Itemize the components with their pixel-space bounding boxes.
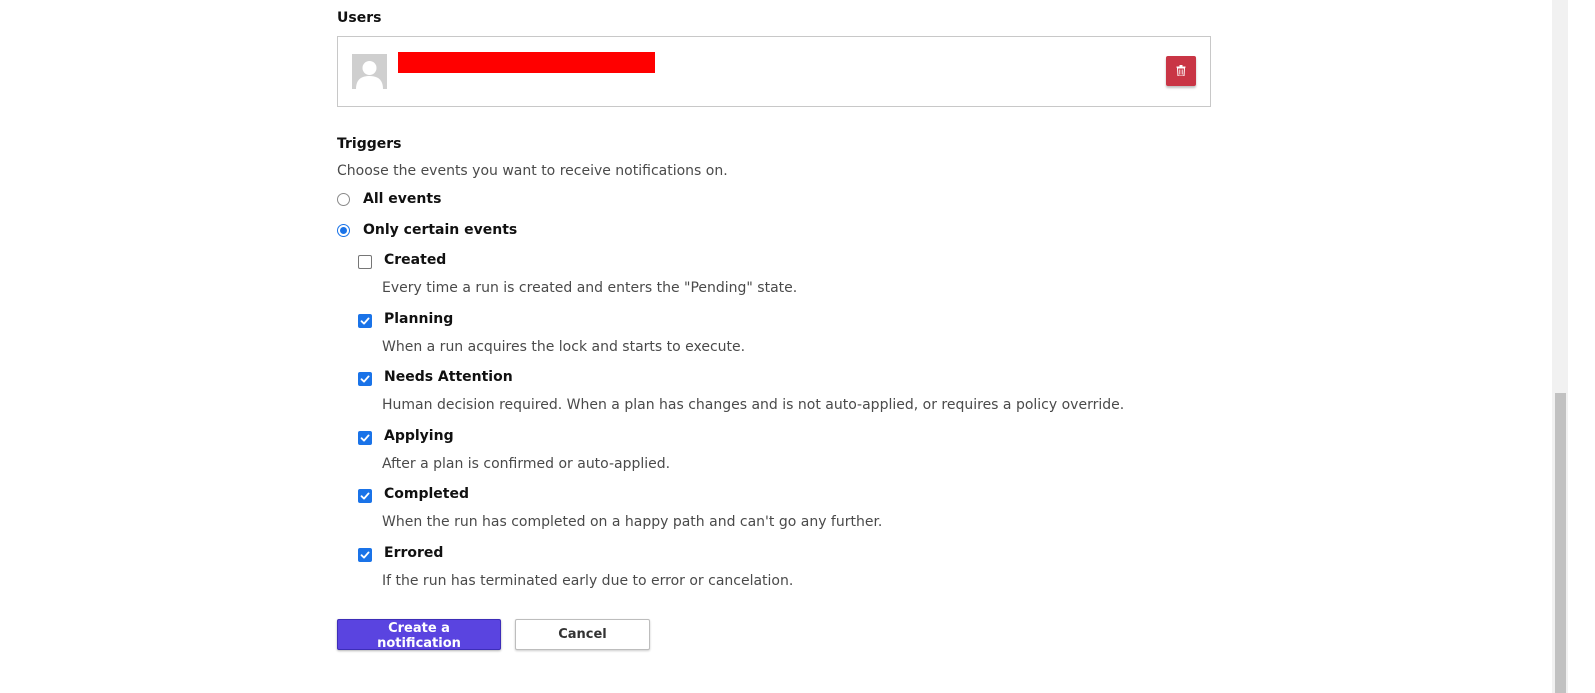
triggers-heading: Triggers bbox=[337, 136, 402, 152]
event-checkbox[interactable] bbox=[358, 372, 372, 386]
triggers-description: Choose the events you want to receive no… bbox=[337, 163, 728, 179]
event-checkbox-label: Applying bbox=[384, 428, 454, 444]
event-checkbox-label: Needs Attention bbox=[384, 369, 513, 385]
redacted-user-name bbox=[398, 52, 655, 73]
radio-only-certain-events[interactable] bbox=[337, 224, 350, 237]
event-description: Human decision required. When a plan has… bbox=[382, 397, 1125, 413]
trash-icon bbox=[1176, 64, 1186, 79]
event-description: After a plan is confirmed or auto-applie… bbox=[382, 456, 671, 472]
event-checkbox[interactable] bbox=[358, 431, 372, 445]
event-checkbox[interactable] bbox=[358, 255, 372, 269]
radio-only-certain-events-label: Only certain events bbox=[363, 222, 518, 238]
radio-all-events-label: All events bbox=[363, 191, 442, 207]
users-heading: Users bbox=[337, 10, 382, 26]
avatar-icon bbox=[352, 54, 387, 89]
event-checkbox-label: Planning bbox=[384, 311, 454, 327]
cancel-button[interactable]: Cancel bbox=[515, 619, 650, 650]
event-checkbox[interactable] bbox=[358, 548, 372, 562]
event-checkbox-label: Errored bbox=[384, 545, 444, 561]
event-checkbox[interactable] bbox=[358, 314, 372, 328]
users-list bbox=[337, 36, 1211, 107]
event-description: When the run has completed on a happy pa… bbox=[382, 514, 883, 530]
radio-all-events[interactable] bbox=[337, 193, 350, 206]
event-checkbox[interactable] bbox=[358, 489, 372, 503]
event-description: When a run acquires the lock and starts … bbox=[382, 339, 746, 355]
scrollbar-thumb[interactable] bbox=[1555, 393, 1566, 693]
create-notification-button[interactable]: Create a notification bbox=[337, 619, 501, 651]
delete-user-button[interactable] bbox=[1166, 56, 1196, 86]
event-checkbox-label: Created bbox=[384, 252, 447, 268]
event-checkbox-label: Completed bbox=[384, 486, 470, 502]
event-description: If the run has terminated early due to e… bbox=[382, 573, 794, 589]
event-description: Every time a run is created and enters t… bbox=[382, 280, 798, 296]
